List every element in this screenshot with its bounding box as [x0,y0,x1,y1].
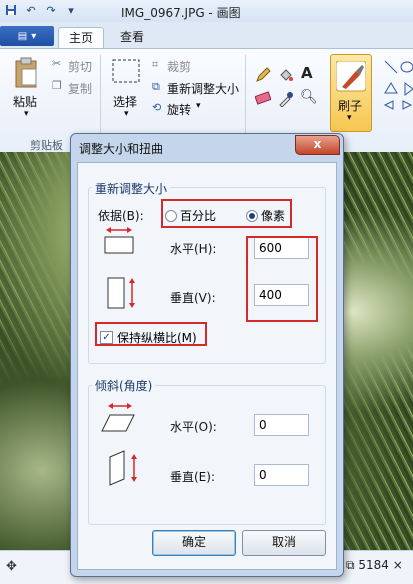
skew-vertical-input[interactable]: 0 [254,464,309,486]
copy-icon: ❐ [52,79,62,92]
crop-button[interactable]: 裁剪 [167,58,191,75]
dialog-body: 重新调整大小 依据(B): 百分比 像素 水平(H): 600 垂直(V): 4… [77,162,337,570]
skew-legend: 倾斜(角度) [92,377,156,394]
crop-icon: ⌗ [152,58,159,71]
by-label: 依据(B): [98,209,144,223]
resize-legend: 重新调整大小 [92,180,171,197]
rotate-icon: ⟲ [152,101,162,114]
paste-button[interactable]: 粘贴 [13,93,37,110]
brushes-label: 刷子 [338,99,363,113]
brushes-button[interactable]: 刷子 ▾ [330,54,372,132]
customize-icon[interactable]: ▾ [64,3,78,17]
resize-icon: ⧉ [152,80,160,93]
select-button[interactable]: 选择 [113,93,137,110]
cut-button[interactable]: 剪切 [68,58,92,75]
select-icon[interactable] [112,59,140,86]
color-picker-icon[interactable] [278,91,294,110]
tab-home[interactable]: 主页 [58,27,105,49]
chevron-down-icon: ▾ [124,109,129,119]
tab-view[interactable]: 查看 [110,27,154,48]
resize-button[interactable]: 重新调整大小 [167,80,239,97]
vertical-resize-icon [107,277,135,309]
rotate-button[interactable]: 旋转 [167,101,191,118]
copy-button[interactable]: 复制 [68,80,92,97]
title-bar: ↶ ↷ ▾ IMG_0967.JPG - 画图 [0,0,413,23]
skew-vertical-label: 垂直(E): [170,470,215,484]
horizontal-label: 水平(H): [170,242,217,256]
image-size-text: 5184 × [358,558,403,572]
redo-icon[interactable]: ↷ [44,3,58,17]
fill-icon[interactable] [278,67,294,86]
quick-access-toolbar: ↶ ↷ ▾ [4,3,78,17]
magnifier-icon[interactable]: 🔍︎ [300,89,318,105]
highlight-box [95,322,207,346]
text-icon[interactable]: A [301,64,313,82]
horizontal-resize-icon [104,227,134,254]
move-cursor-icon: ✥ [6,559,17,574]
menu-icon: ▤ [17,30,28,42]
image-size-icon: ⧉ [346,558,355,572]
highlight-box [161,199,292,228]
undo-icon[interactable]: ↶ [24,3,38,17]
eraser-icon[interactable] [254,91,272,108]
clipboard-group-label: 剪贴板 [30,139,63,152]
paste-icon[interactable] [14,57,40,92]
dialog-title: 调整大小和扭曲 [79,142,164,156]
ok-button[interactable]: 确定 [152,530,236,556]
chevron-down-icon: ▾ [24,109,29,119]
highlight-box [246,236,318,322]
save-icon[interactable] [4,3,18,17]
chevron-down-icon: ▾ [196,101,201,111]
skew-horizontal-input[interactable]: 0 [254,414,309,436]
window-title: IMG_0967.JPG - 画图 [121,6,241,20]
cancel-button[interactable]: 取消 [242,530,326,556]
close-button[interactable]: x [295,135,340,155]
chevron-down-icon: ▾ [347,113,352,123]
pencil-icon[interactable] [255,67,271,86]
chevron-down-icon: ▾ [31,30,37,42]
vertical-label: 垂直(V): [170,291,216,305]
resize-skew-dialog: 调整大小和扭曲 x 重新调整大小 依据(B): 百分比 像素 水平(H): 60… [70,133,344,577]
scissors-icon: ✂ [52,57,62,70]
skew-horizontal-label: 水平(O): [170,420,217,434]
brush-icon [336,61,366,92]
shapes-gallery-icon[interactable] [383,59,413,122]
file-menu-button[interactable]: ▤ ▾ [0,26,54,46]
image-size-readout: ⧉ 5184 × [346,558,403,573]
vertical-skew-icon [109,450,137,486]
horizontal-skew-icon [101,403,135,432]
